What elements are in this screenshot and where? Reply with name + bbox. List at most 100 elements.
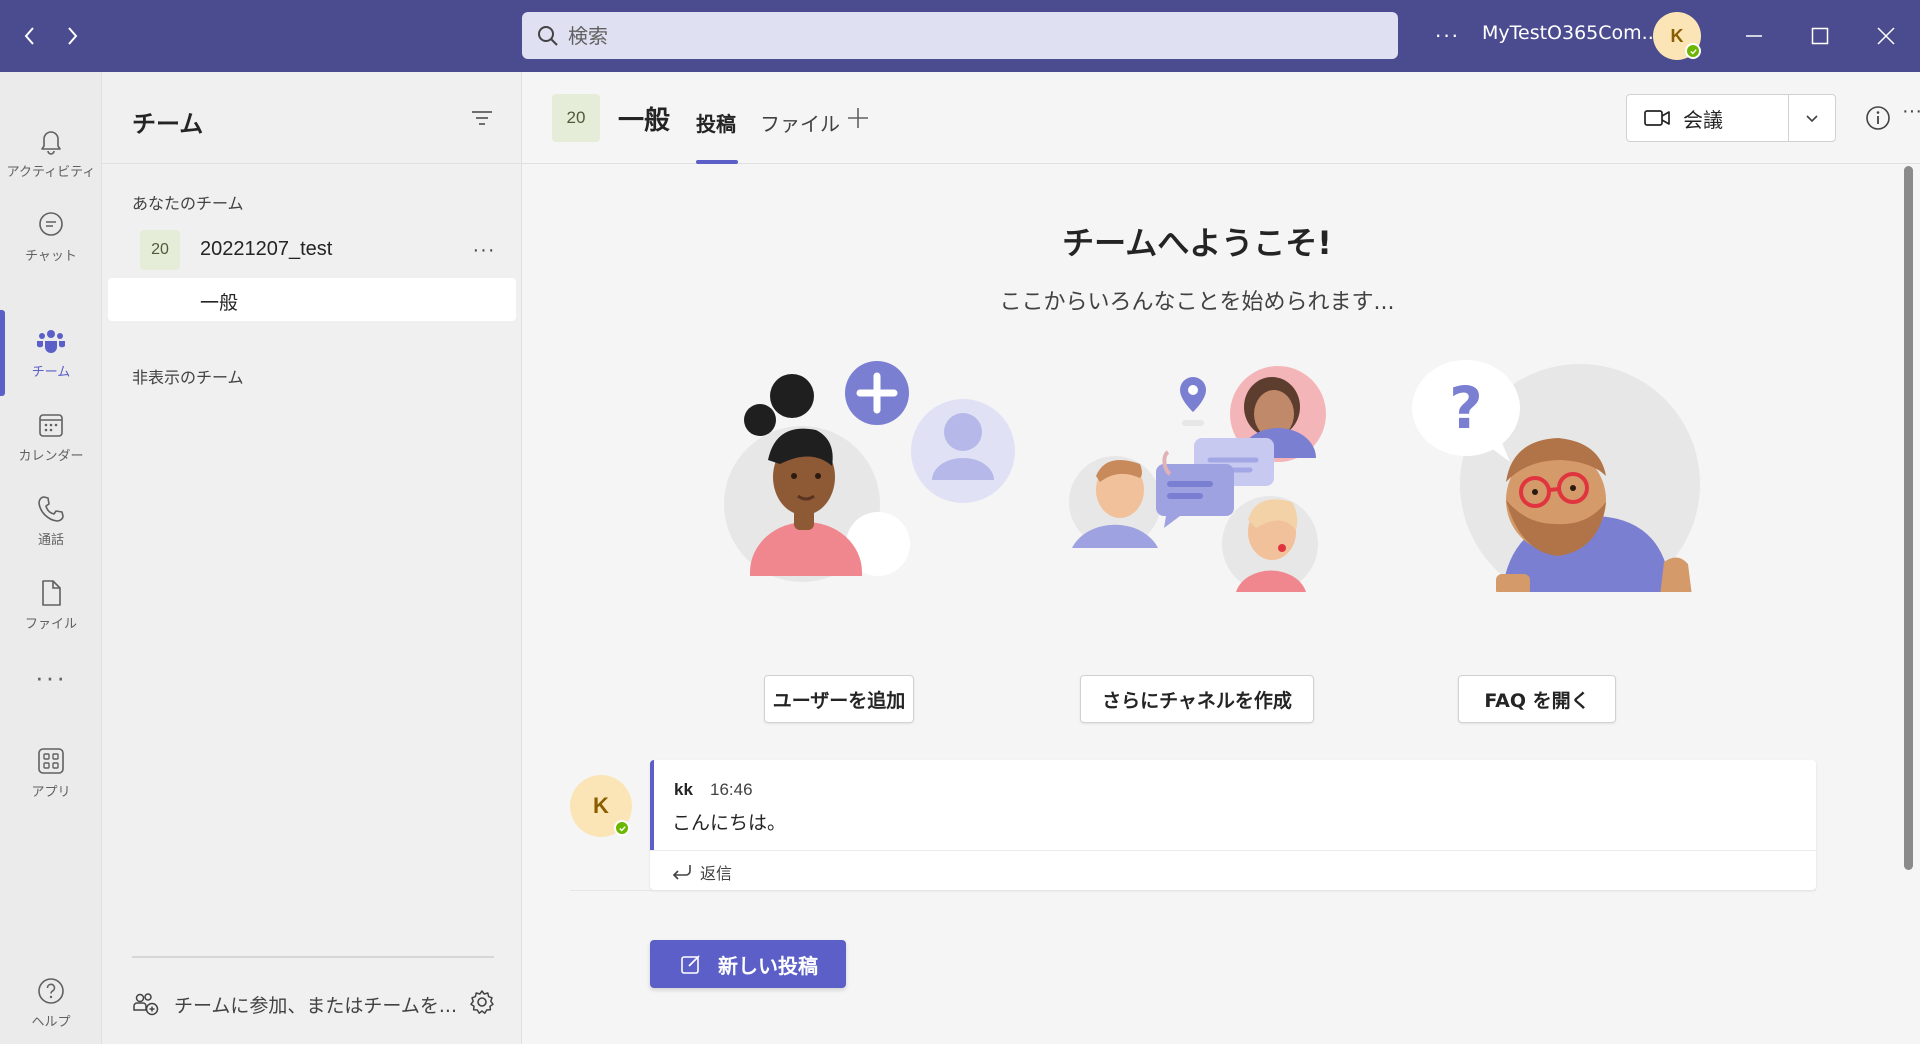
tab-files[interactable]: ファイル (760, 108, 840, 137)
tab-posts[interactable]: 投稿 (696, 108, 736, 137)
teams-panel-header: チーム (102, 72, 522, 164)
message-accent-bar (650, 760, 654, 850)
manage-teams-button[interactable] (466, 986, 498, 1018)
teams-panel-title: チーム (132, 110, 204, 138)
hidden-teams-label[interactable]: 非表示のチーム (132, 364, 244, 388)
presence-available-icon (1685, 43, 1701, 59)
titlebar-more-button[interactable]: ··· (1432, 20, 1462, 50)
create-channel-button[interactable]: さらにチャネルを作成 (1080, 675, 1314, 723)
reply-icon (672, 865, 691, 880)
maximize-button[interactable] (1800, 16, 1840, 56)
back-button[interactable] (16, 22, 44, 50)
channels-illustration (1069, 366, 1326, 592)
team-badge: 20 (140, 230, 180, 270)
rail-item-label: チーム (31, 364, 71, 380)
teams-panel: チーム あなたのチーム 20 20221207_test ··· 一般 非表示の… (102, 72, 522, 1044)
rail-item-teams[interactable]: チーム (0, 312, 102, 392)
chevron-left-icon (24, 27, 34, 45)
rail-item-label: 通話 (37, 532, 64, 548)
rail-item-calendar[interactable]: カレンダー (0, 396, 102, 476)
help-icon (38, 977, 64, 1004)
feed-scrollbar[interactable] (1904, 166, 1913, 870)
channel-more-button[interactable]: ··· (1902, 100, 1920, 132)
rail-item-label: ヘルプ (31, 1014, 71, 1030)
join-team-button[interactable]: チームに参加、またはチームを... (132, 984, 494, 1024)
presence-available-icon (614, 820, 630, 836)
minimize-button[interactable] (1734, 16, 1774, 56)
rail-item-calls[interactable]: 通話 (0, 480, 102, 560)
channel-item-general[interactable]: 一般 (108, 278, 516, 321)
rail-item-files[interactable]: ファイル (0, 564, 102, 644)
search-icon (538, 25, 558, 46)
reply-button[interactable]: 返信 (670, 858, 732, 886)
channel-main: 20 一般 投稿 ファイル 会議 ··· チームへようこそ! ここからいろんなこ… (522, 72, 1920, 1044)
rail-item-label: ファイル (24, 616, 77, 632)
avatar-initial: K (593, 793, 609, 818)
rail-item-label: チャット (25, 248, 77, 264)
rail-item-label: カレンダー (18, 448, 84, 464)
rail-item-label: アクティビティ (6, 164, 96, 180)
message-author-avatar[interactable]: K (570, 775, 632, 837)
channel-title: 一般 (618, 106, 671, 136)
org-name[interactable]: MyTestO365Com... (1482, 22, 1660, 44)
rail-item-label: アプリ (31, 784, 71, 800)
message-card[interactable]: kk 16:46 こんにちは。 返信 (650, 760, 1816, 890)
svg-text:?: ? (1449, 374, 1483, 442)
meet-button[interactable]: 会議 (1626, 94, 1790, 142)
add-people-illustration (724, 361, 1015, 582)
message-timestamp: 16:46 (710, 780, 753, 799)
filter-icon (472, 111, 492, 125)
divider (132, 956, 494, 958)
video-camera-icon (1644, 110, 1670, 126)
search-box[interactable] (522, 12, 1398, 59)
welcome-subtitle: ここからいろんなことを始められます... (999, 290, 1395, 315)
channel-header: 20 一般 投稿 ファイル 会議 ··· (522, 72, 1920, 164)
close-icon (1877, 27, 1895, 45)
file-icon (42, 579, 61, 606)
compose-icon (681, 955, 700, 974)
gear-icon (470, 990, 494, 1014)
message-body: こんにちは。 (672, 812, 787, 834)
rail-item-help[interactable]: ヘルプ (0, 962, 102, 1042)
reply-label: 返信 (700, 864, 733, 883)
add-tab-button[interactable] (842, 102, 874, 134)
calendar-icon (39, 413, 63, 437)
team-more-button[interactable]: ··· (468, 234, 500, 266)
phone-icon (38, 495, 64, 522)
app-rail: アクティビティ チャット チーム カレンダー 通話 ファイル ··· アプリ ヘ… (0, 72, 102, 1044)
team-item[interactable]: 20 20221207_test ··· (108, 226, 516, 274)
chat-icon (39, 211, 63, 236)
message-author[interactable]: kk (674, 780, 693, 800)
meet-label: 会議 (1683, 107, 1723, 132)
new-post-label: 新しい投稿 (718, 953, 818, 978)
rail-item-chat[interactable]: チャット (0, 196, 102, 276)
close-button[interactable] (1866, 16, 1906, 56)
divider (650, 850, 1816, 851)
open-faq-button[interactable]: FAQ を開く (1458, 675, 1616, 723)
search-input[interactable] (568, 23, 1348, 48)
channel-name: 一般 (200, 292, 239, 314)
active-tab-indicator (696, 160, 738, 164)
rail-more-button[interactable]: ··· (0, 662, 102, 693)
rail-item-activity[interactable]: アクティビティ (0, 112, 102, 192)
join-team-label: チームに参加、またはチームを... (174, 994, 457, 1017)
teams-icon (37, 329, 65, 353)
channel-team-badge: 20 (552, 94, 600, 142)
new-post-button[interactable]: 新しい投稿 (650, 940, 846, 988)
avatar-initial: K (1670, 25, 1684, 46)
faq-illustration: ? (1412, 360, 1700, 592)
forward-button[interactable] (58, 22, 86, 50)
bell-icon (41, 130, 61, 155)
filter-button[interactable] (464, 100, 500, 136)
rail-item-apps[interactable]: アプリ (0, 732, 102, 812)
add-people-icon (133, 993, 159, 1016)
your-teams-label[interactable]: あなたのチーム (132, 190, 244, 214)
channel-info-button[interactable] (1862, 102, 1894, 134)
minimize-icon (1746, 35, 1762, 37)
profile-avatar[interactable]: K (1653, 12, 1701, 60)
meet-dropdown-button[interactable] (1788, 94, 1836, 142)
chevron-right-icon (68, 27, 78, 45)
chevron-down-icon (1806, 115, 1818, 123)
plus-icon (848, 108, 868, 128)
add-users-button[interactable]: ユーザーを追加 (764, 675, 914, 723)
